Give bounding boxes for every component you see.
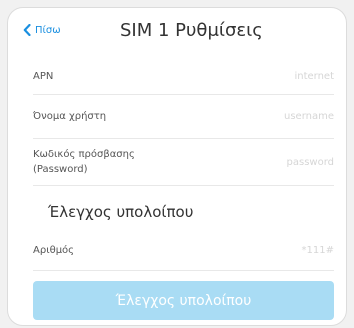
username-input[interactable] [224,111,334,122]
password-row: Κωδικός πρόσβασης (Password) [33,139,334,186]
header: Πίσω SIM 1 Ρυθμίσεις [8,8,346,58]
password-input[interactable] [224,156,334,168]
back-button[interactable]: Πίσω [23,24,61,36]
settings-card: Πίσω SIM 1 Ρυθμίσεις APN Όνομα χρήστη Κω… [7,7,347,326]
page-title: SIM 1 Ρυθμίσεις [120,20,263,41]
username-row: Όνομα χρήστη [33,95,334,139]
chevron-left-icon [23,24,31,36]
apn-label: APN [33,70,54,82]
username-label: Όνομα χρήστη [33,111,107,122]
number-label: Αριθμός [33,244,75,256]
balance-section-title: Έλεγχος υπολοίπου [48,203,194,221]
apn-row: APN [33,58,334,95]
check-balance-button[interactable]: Έλεγχος υπολοίπου [33,281,334,320]
password-label: Κωδικός πρόσβασης (Password) [33,149,135,175]
number-row: Αριθμός [33,230,334,271]
apn-input[interactable] [224,70,334,82]
back-label: Πίσω [35,24,61,36]
number-input[interactable] [224,244,334,256]
